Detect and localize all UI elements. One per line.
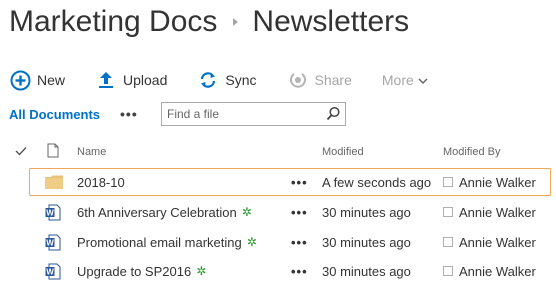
share-button[interactable]: Share [287,69,352,91]
file-name-link[interactable]: Promotional email marketing [77,235,242,250]
new-item-badge-icon: ✲ [241,205,252,219]
upload-button[interactable]: Upload [95,69,167,91]
word-document-icon: W [45,257,61,285]
modified-by-name[interactable]: Annie Walker [459,175,536,190]
presence-indicator [443,177,453,187]
name-column-header[interactable]: Name [77,141,106,163]
sync-icon [197,69,219,91]
modified-by-column-header[interactable]: Modified By [443,141,500,163]
upload-button-label: Upload [123,72,168,88]
row-menu-dots[interactable]: ••• [291,235,308,250]
presence-indicator [443,237,453,247]
checkmark-icon [15,146,27,159]
word-document-icon: W [45,228,61,256]
document-icon [47,143,59,161]
view-all-documents[interactable]: All Documents [9,107,100,122]
breadcrumb-separator-icon [233,18,239,26]
presence-indicator [443,207,453,217]
select-all-checkmark[interactable] [15,141,27,163]
sync-button-label: Sync [225,72,257,88]
plus-circle-icon [9,69,31,91]
new-button-label: New [37,72,66,88]
file-name-link[interactable]: 6th Anniversary Celebration [77,205,237,220]
search-input[interactable] [162,103,322,125]
chevron-down-icon [418,72,428,88]
breadcrumb-site-link[interactable]: Marketing Docs [9,5,217,39]
row-menu-dots[interactable]: ••• [291,175,308,190]
table-row[interactable]: W Promotional email marketing ✲ ••• 30 m… [0,228,556,256]
folder-icon [45,168,63,196]
modified-by-name[interactable]: Annie Walker [459,235,536,250]
more-button[interactable]: More [382,72,428,88]
modified-column-header[interactable]: Modified [322,141,364,163]
search-box [161,102,346,126]
word-document-icon: W [45,198,61,226]
presence-indicator [443,266,453,276]
new-item-badge-icon: ✲ [246,235,257,249]
row-menu-dots[interactable]: ••• [291,205,308,220]
table-row[interactable]: 2018-10 ••• A few seconds ago Annie Walk… [0,168,556,196]
new-item-badge-icon: ✲ [196,264,207,278]
breadcrumb: Marketing Docs Newsletters [9,0,409,44]
modified-date: 30 minutes ago [322,204,411,220]
upload-arrow-icon [95,69,117,91]
command-bar: New Upload Sync Share More [9,66,428,94]
type-column-header[interactable] [47,141,59,163]
modified-by-name[interactable]: Annie Walker [459,205,536,220]
svg-text:W: W [46,267,54,276]
modified-date: A few seconds ago [322,174,432,190]
svg-text:W: W [46,238,54,247]
share-icon [287,69,309,91]
more-button-label: More [381,72,414,88]
new-button[interactable]: New [9,69,65,91]
file-name-link[interactable]: Upgrade to SP2016 [77,264,191,279]
sync-button[interactable]: Sync [197,69,257,91]
table-row[interactable]: W 6th Anniversary Celebration ✲ ••• 30 m… [0,198,556,226]
file-name-link[interactable]: 2018-10 [77,175,125,190]
row-menu-dots[interactable]: ••• [291,264,308,279]
view-bar: All Documents ••• [9,102,138,126]
search-icon[interactable] [326,106,341,126]
modified-by-name[interactable]: Annie Walker [459,264,536,279]
modified-date: 30 minutes ago [322,263,411,279]
share-button-label: Share [314,72,352,88]
svg-text:W: W [46,208,54,217]
modified-date: 30 minutes ago [322,234,411,250]
page-title: Newsletters [252,5,410,38]
view-more-dots[interactable]: ••• [120,106,138,122]
table-row[interactable]: W Upgrade to SP2016 ✲ ••• 30 minutes ago… [0,257,556,285]
